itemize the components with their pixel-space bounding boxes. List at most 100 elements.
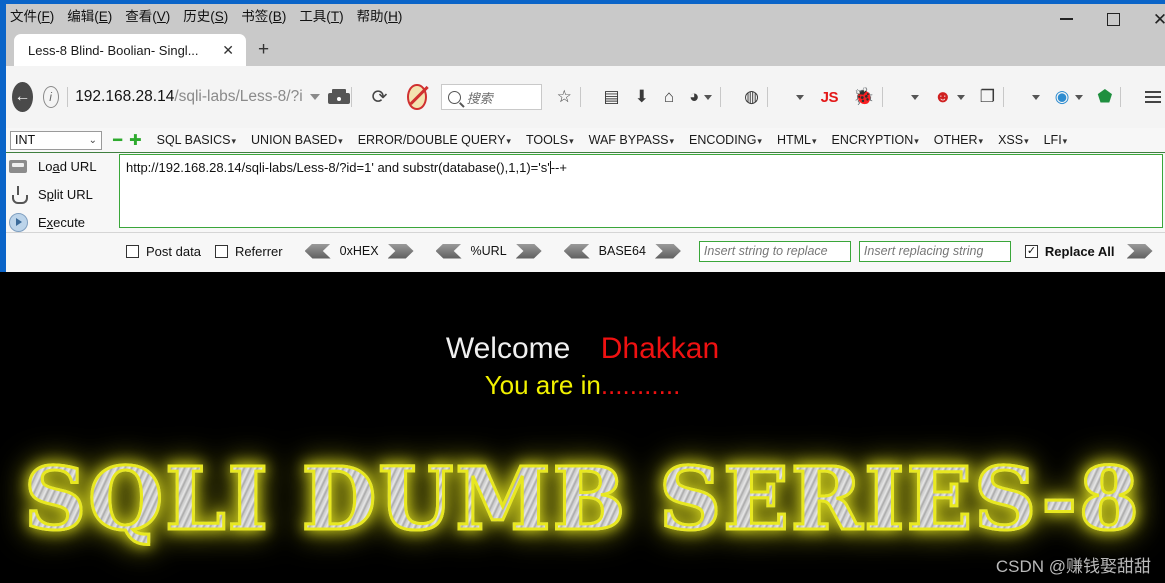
reload-icon[interactable]: ⟳ [372, 86, 388, 109]
post-data-checkbox[interactable] [126, 244, 139, 258]
hex-encode-button[interactable] [387, 243, 414, 259]
url-encode-button[interactable] [515, 243, 542, 259]
chevron-down-icon[interactable] [704, 94, 713, 100]
hackbar-icon[interactable]: ☻ [934, 87, 965, 107]
maximize-icon [1106, 12, 1120, 26]
menu-tools[interactable]: TOOLS▾ [526, 133, 574, 147]
welcome-line: Welcome Dhakkan [0, 332, 1165, 366]
bug-icon[interactable]: 🐞 [853, 87, 874, 107]
load-url-label: Load URL [38, 158, 97, 174]
menu-item-tools[interactable]: 工具(T) [299, 10, 343, 24]
menu-item-view[interactable]: 查看(V) [125, 10, 170, 24]
divider [350, 87, 352, 107]
tab-title: Less-8 Blind- Boolian- Singl... [28, 42, 199, 58]
hex-decode-button[interactable] [304, 243, 331, 259]
noscript-icon[interactable] [407, 84, 427, 110]
chevron-down-icon[interactable] [906, 94, 919, 100]
base64-decode-button[interactable] [563, 243, 590, 259]
tab-strip: Less-8 Blind- Boolian- Singl... ✕ + [0, 30, 1165, 66]
home-icon[interactable]: ⌂ [664, 87, 674, 107]
load-url-button[interactable]: Load URL [0, 152, 116, 180]
copy-page-icon[interactable]: ❐ [980, 87, 995, 107]
menu-encryption[interactable]: ENCRYPTION▾ [832, 133, 919, 147]
site-info-icon[interactable]: i [42, 86, 59, 108]
menu-waf-bypass[interactable]: WAF BYPASS▾ [589, 133, 674, 147]
back-button[interactable]: ← [12, 82, 33, 112]
menu-item-history[interactable]: 历史(S) [183, 10, 228, 24]
chevron-down-icon: ▾ [1024, 136, 1029, 146]
menu-item-edit[interactable]: 编辑(E) [67, 10, 112, 24]
close-icon: ✕ [1152, 9, 1165, 29]
type-select[interactable]: INT ⌄ [10, 130, 102, 150]
download-icon[interactable]: ⬇ [635, 87, 649, 107]
chevron-down-icon[interactable] [956, 94, 965, 100]
divider [66, 87, 68, 107]
address-bar[interactable]: 192.168.28.14 /sqli-labs/Less-8/?i [75, 88, 302, 106]
menu-error-double-query[interactable]: ERROR/DOUBLE QUERY▾ [358, 133, 511, 147]
add-button[interactable]: ✚ [129, 133, 142, 148]
replace-apply-button[interactable] [1126, 243, 1153, 259]
menu-html[interactable]: HTML▾ [777, 133, 817, 147]
menu-item-file[interactable]: 文件(F) [10, 10, 54, 24]
divider [579, 87, 581, 107]
library-icon[interactable]: ▤ [604, 87, 620, 107]
shield-icon[interactable]: ⬟ [1098, 87, 1113, 107]
divider [720, 87, 722, 107]
menu-item-help[interactable]: 帮助(H) [357, 10, 403, 24]
reader-mode-icon[interactable] [327, 88, 350, 106]
menu-other[interactable]: OTHER▾ [934, 133, 983, 147]
search-input[interactable]: 搜索 [440, 84, 542, 110]
browser-window: 文件(F) 编辑(E) 查看(V) 历史(S) 书签(B) 工具(T) 帮助(H… [0, 0, 1165, 583]
new-tab-button[interactable]: + [258, 40, 269, 59]
minimize-button[interactable] [1043, 4, 1089, 34]
maximize-button[interactable] [1090, 4, 1136, 34]
chevron-down-icon: ▾ [231, 136, 237, 146]
tab-active[interactable]: Less-8 Blind- Boolian- Singl... ✕ [14, 34, 246, 66]
chevron-down-icon[interactable] [1027, 94, 1040, 100]
replace-all-checkbox[interactable]: ✓ [1024, 244, 1038, 258]
url-encoder-group: %URL [435, 243, 542, 259]
hex-encoder-group: 0xHEX [304, 243, 414, 259]
cookie-icon[interactable]: ◍ [744, 87, 759, 107]
split-url-button[interactable]: Split URL [0, 180, 116, 208]
replace-all-option[interactable]: ✓ Replace All [1024, 244, 1115, 259]
hackbar-options-row: Post data Referrer 0xHEX %URL BASE64 Ins… [0, 232, 1165, 269]
menu-encoding[interactable]: ENCODING▾ [689, 133, 762, 147]
execute-icon [8, 212, 28, 232]
referrer-checkbox[interactable] [214, 244, 228, 258]
remove-button[interactable]: ━ [113, 133, 122, 148]
menu-item-bookmarks[interactable]: 书签(B) [241, 10, 286, 24]
divider [882, 87, 883, 107]
menu-xss[interactable]: XSS▾ [998, 133, 1029, 147]
url-decode-button[interactable] [435, 243, 462, 259]
chevron-down-icon[interactable] [309, 94, 320, 100]
window-top-border [0, 0, 1165, 4]
hackbar-url-textarea[interactable]: http://192.168.28.14/sqli-labs/Less-8/?i… [119, 154, 1163, 228]
post-data-label: Post data [146, 243, 201, 259]
split-url-label: Split URL [38, 186, 93, 202]
page-content: Welcome Dhakkan You are in........... SQ… [0, 272, 1165, 583]
replace-with-input[interactable]: Insert replacing string [858, 240, 1011, 262]
chevron-down-icon[interactable] [791, 94, 804, 100]
javascript-toggle-icon[interactable]: JS [821, 89, 839, 106]
divider [1120, 87, 1121, 107]
browser-refresh-icon[interactable]: ◉ [1055, 87, 1083, 107]
chevron-down-icon: ▾ [1062, 136, 1068, 146]
post-data-option[interactable]: Post data [126, 244, 201, 259]
chevron-down-icon[interactable] [1074, 94, 1083, 100]
bookmark-star-icon[interactable]: ☆ [557, 87, 572, 107]
referrer-option[interactable]: Referrer [214, 244, 283, 259]
app-menu-button[interactable] [1144, 91, 1161, 103]
menu-lfi[interactable]: LFI▾ [1044, 133, 1068, 147]
chevron-down-icon: ▾ [978, 136, 984, 146]
replace-search-input[interactable]: Insert string to replace [698, 240, 851, 262]
navigation-toolbar: ← i 192.168.28.14 /sqli-labs/Less-8/?i ⟳… [0, 66, 1165, 129]
status-text: You are in [484, 370, 601, 400]
close-window-button[interactable]: ✕ [1137, 4, 1165, 34]
hackbar-menu-row: INT ⌄ ━ ✚ SQL BASICS▾ UNION BASED▾ ERROR… [0, 128, 1165, 153]
tab-close-icon[interactable]: ✕ [218, 43, 238, 57]
base64-encode-button[interactable] [654, 243, 681, 259]
globe-icon[interactable]: ◕ [689, 87, 713, 107]
menu-union-based[interactable]: UNION BASED▾ [251, 133, 343, 147]
menu-sql-basics[interactable]: SQL BASICS▾ [157, 133, 236, 147]
